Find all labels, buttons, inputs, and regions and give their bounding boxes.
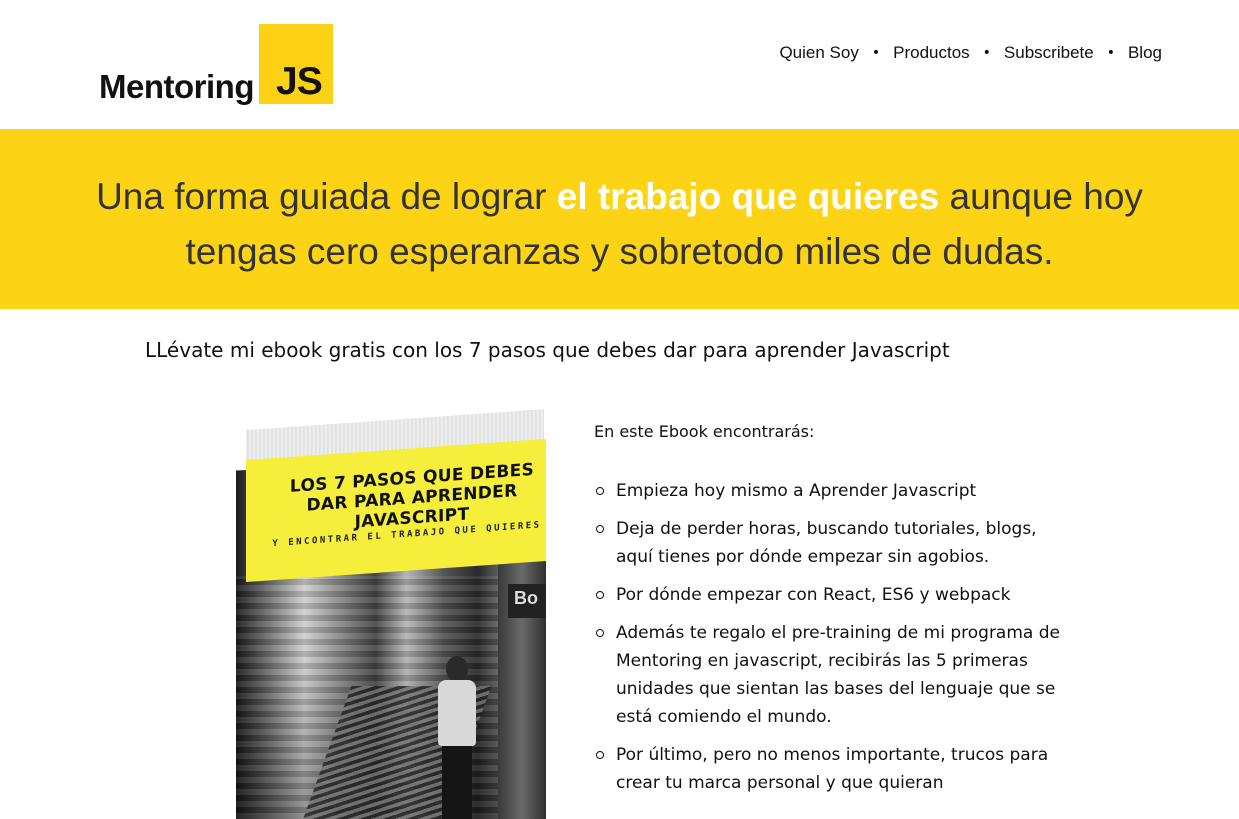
hero-text-highlight: el trabajo que quieres [556,176,940,217]
benefits-list: Empieza hoy mismo a Aprender Javascript … [594,477,1064,797]
logo-text: Mentoring [99,68,254,105]
nav-link-subscribete[interactable]: Subscribete [1004,43,1094,63]
ebook-cover-image: Bo LOS 7 PASOS QUE DEBES DAR PARA APREND… [236,409,546,819]
circle-bullet-icon [596,751,604,759]
list-item: Empieza hoy mismo a Aprender Javascript [594,477,1064,505]
nav-separator: • [871,45,881,61]
content-intro: En este Ebook encontrarás: [594,422,815,441]
list-item: Por último, pero no menos importante, tr… [594,741,1064,797]
person-head [446,656,468,682]
cover-station-sign: Bo [508,584,546,618]
circle-bullet-icon [596,629,604,637]
hero-text-before: Una forma guiada de lograr [96,176,557,217]
ebook-content: En este Ebook encontrarás: Empieza hoy m… [594,422,1064,807]
main-nav: Quien Soy • Productos • Subscribete • Bl… [779,43,1162,63]
book-title-banner: LOS 7 PASOS QUE DEBES DAR PARA APRENDER … [246,439,546,582]
hero-headline: Una forma guiada de lograr el trabajo qu… [60,169,1179,279]
logo-badge: JS [259,24,333,104]
site-header: Mentoring JS Quien Soy • Productos • Sub… [0,0,1239,129]
list-item-text: Por dónde empezar con React, ES6 y webpa… [616,585,1011,605]
circle-bullet-icon [596,525,604,533]
nav-link-blog[interactable]: Blog [1128,43,1162,63]
nav-separator: • [1106,45,1115,61]
nav-separator: • [982,45,991,61]
list-item-text: Deja de perder horas, buscando tutoriale… [616,519,1037,567]
circle-bullet-icon [596,591,604,599]
ebook-subtitle: LLévate mi ebook gratis con los 7 pasos … [145,338,950,362]
cover-person [432,656,482,819]
nav-link-quien-soy[interactable]: Quien Soy [779,43,858,63]
list-item: Además te regalo el pre-training de mi p… [594,619,1064,731]
person-legs [442,746,472,819]
list-item-text: Por último, pero no menos importante, tr… [616,745,1049,793]
list-item: Por dónde empezar con React, ES6 y webpa… [594,581,1064,609]
circle-bullet-icon [596,487,604,495]
list-item-text: Además te regalo el pre-training de mi p… [616,623,1060,727]
logo-badge-text: JS [276,60,323,103]
list-item-text: Empieza hoy mismo a Aprender Javascript [616,481,977,501]
nav-link-productos[interactable]: Productos [893,43,970,63]
hero-banner: Una forma guiada de lograr el trabajo qu… [0,129,1239,309]
list-item: Deja de perder horas, buscando tutoriale… [594,515,1064,571]
person-body [438,680,476,746]
